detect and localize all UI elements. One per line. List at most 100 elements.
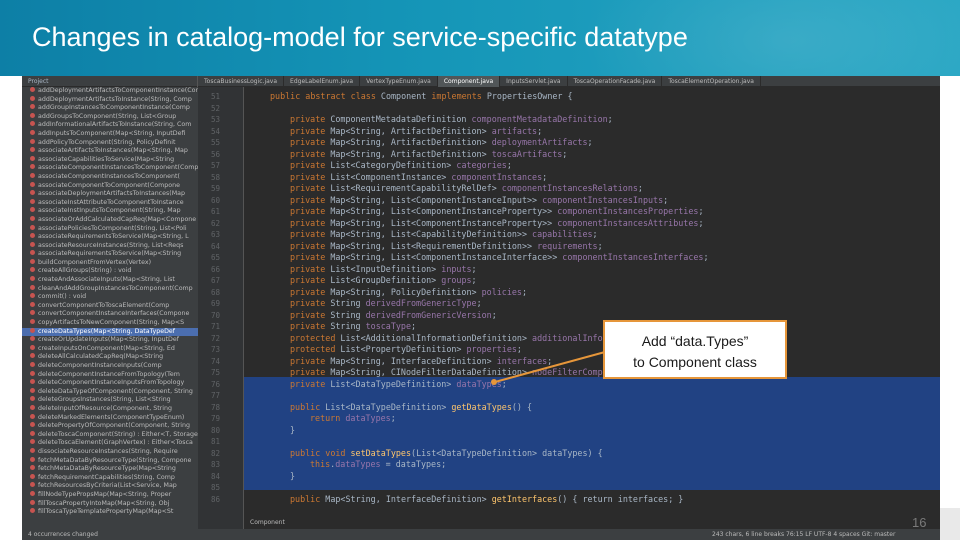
line-number: 77 (210, 391, 220, 400)
project-tree-item[interactable]: createAndAssociateInputs(Map<String, Lis… (22, 276, 198, 285)
project-tree-item[interactable]: associateRequirementsToService(Map<Strin… (22, 250, 198, 259)
project-tree-item-label: deleteAllCalculatedCapReq(Map<String (38, 353, 164, 361)
project-tree-item[interactable]: fetchResourcesByCriteria(List<Service, M… (22, 482, 198, 491)
project-tree-item-label: fillNodeTypePropsMap(Map<String, Proper (38, 490, 172, 498)
editor-tab[interactable]: Component.java (437, 76, 501, 87)
code-token: () { (511, 401, 533, 412)
code-token: List<AdditionalInformationDefinition> (335, 332, 533, 343)
project-tree-item[interactable]: addDeploymentArtifactsToComponentInstanc… (22, 87, 198, 96)
line-number: 59 (210, 184, 220, 193)
project-tree-item[interactable]: createInputsOnComponent(Map<String, Ed (22, 344, 198, 354)
code-token: List<RequirementCapabilityRelDef> (325, 183, 502, 193)
code-token: public void (290, 447, 346, 458)
project-tree-item[interactable]: deleteToscaElement(GraphVertex) : Either… (22, 439, 198, 448)
line-number: 75 (210, 368, 220, 377)
project-tree-item[interactable]: associateArtifactsToInstances(Map<String… (22, 147, 198, 156)
project-tree-item[interactable]: deleteAllCalculatedCapReq(Map<String (22, 353, 198, 362)
code-token: ; (476, 298, 482, 308)
line-number: 79 (210, 414, 220, 423)
project-tree-item[interactable]: cleanAndAddGroupInstancesToComponent(Com… (22, 284, 198, 294)
code-token: componentInstancesProperties (557, 206, 699, 216)
editor-tab[interactable]: ToscaBusinessLogic.java (198, 76, 285, 87)
editor-tab[interactable]: EdgeLabelEnum.java (284, 76, 361, 87)
code-line: private String toscaType; (290, 321, 416, 331)
project-tree-item[interactable]: deleteComponentInstanceInputs(Comp (22, 362, 198, 371)
project-tree-item[interactable]: associateComponentToComponent(Compone (22, 181, 198, 191)
project-tool-tab[interactable]: Project (22, 76, 198, 87)
project-tree-item[interactable]: addPolicyToComponent(String, PolicyDefin… (22, 138, 198, 148)
project-tree-item[interactable]: fillToscaPropertyIntoMap(Map<String, Obj (22, 499, 198, 509)
code-token: Map<String, ArtifactDefinition> (325, 137, 492, 147)
method-icon (30, 465, 35, 471)
project-tree-item[interactable]: fetchMetaDataByResourceType(String, Comp… (22, 456, 198, 466)
editor-tab[interactable]: InputsServlet.java (500, 76, 568, 87)
project-tree-item[interactable]: associateComponentInstancesToComponent(C… (22, 164, 198, 173)
project-tree-item[interactable]: associateRequirementsToService(Map<Strin… (22, 233, 198, 242)
project-tree-item[interactable]: associateResourceInstances(String, List<… (22, 241, 198, 251)
project-tree-item[interactable]: dissociateResourceInstances(String, Requ… (22, 447, 198, 457)
project-tree-item[interactable]: deleteComponentInstanceFromTopology(Tem (22, 370, 198, 380)
project-tree-item-label: associateRequirementsToService(Map<Strin… (38, 233, 189, 241)
code-token: private (290, 229, 326, 239)
project-tree-item[interactable]: addInformationalArtifactsToInstance(Stri… (22, 121, 198, 130)
editor-tab[interactable]: VertexTypeEnum.java (360, 76, 438, 87)
code-editor[interactable]: public abstract class Component implemen… (244, 87, 940, 529)
project-tree-item[interactable]: associateComponentInstancesToComponent( (22, 172, 198, 182)
project-tree-item[interactable]: deleteMarkedElements(ComponentTypeEnum) (22, 413, 198, 423)
code-token: derivedFromGenericVersion (365, 309, 492, 320)
project-tree-item[interactable]: addGroupInstancesToComponentInstance(Com… (22, 104, 198, 113)
project-tree-item[interactable]: convertComponentInstanceInterfaces(Compo… (22, 310, 198, 319)
project-tree-item[interactable]: deleteInputOfResource(Component, String (22, 404, 198, 414)
project-tree-item-label: deleteToscaComponent(String) : Either<T,… (38, 430, 198, 438)
code-token: dataTypes (456, 378, 502, 389)
code-token: ; (637, 183, 643, 193)
code-line: private Map<String, List<ComponentInstan… (290, 252, 709, 262)
project-tree-item[interactable]: convertComponentToToscaElement(Comp (22, 301, 198, 311)
project-tree-item-label: deleteComponentInstanceInputs(Comp (38, 362, 162, 369)
line-number-gutter: 51 52 53 54 55 56 57 58 59 60 61 62 63 64 65 66 67 68 69 70… (198, 87, 244, 529)
project-tree-item[interactable]: addDeploymentArtifactsToInstance(String,… (22, 95, 198, 105)
project-tree-item[interactable]: createOrUpdateInputs(Map<String, InputDe… (22, 336, 198, 345)
project-tree-item[interactable]: associatePoliciesToComponent(String, Lis… (22, 224, 198, 234)
project-tree-item[interactable]: fillToscaTypeTemplatePropertyMap(Map<St (22, 508, 198, 517)
annotation-callout: Add “data.Types” to Component class (603, 320, 787, 379)
project-tree-item[interactable]: fetchRequirementCapabilities(String, Com… (22, 473, 198, 483)
project-tree-item[interactable]: deleteDataTypeOfComponent(Component, Str… (22, 387, 198, 397)
project-tree-item[interactable]: deleteGroupsInstances(String, List<Strin… (22, 396, 198, 405)
project-tree-item[interactable]: fillNodeTypePropsMap(Map<String, Proper (22, 490, 198, 500)
code-line: private String derivedFromGenericType; (290, 298, 482, 308)
method-icon (30, 155, 35, 161)
project-tree-item[interactable]: associateInstAttributeToComponentToInsta… (22, 198, 198, 208)
project-tree-item[interactable]: associateOrAddCalculatedCapReq(Map<Compo… (22, 215, 198, 225)
project-tree-item[interactable]: createDataTypes(Map<String, DataTypeDef (22, 327, 198, 337)
project-tree-item[interactable]: commit() : void (22, 293, 198, 302)
code-line: protected List<AdditionalInformationDefi… (290, 333, 643, 343)
project-tree-item[interactable]: buildComponentFromVertex(Vertex) (22, 258, 198, 268)
project-tree-item-label: associateResourceInstances(String, List<… (38, 241, 184, 249)
project-tree-item[interactable]: createAllGroups(String) : void (22, 267, 198, 276)
code-line: } (290, 471, 295, 481)
project-tree-item[interactable]: copyArtifactsToNewComponent(String, Map<… (22, 319, 198, 328)
project-tree-item[interactable]: deletePropertyOfComponent(Component, Str… (22, 422, 198, 431)
project-tree-item[interactable]: associateCapabilitiesToService(Map<Strin… (22, 155, 198, 165)
method-icon (30, 224, 35, 230)
editor-breadcrumb[interactable]: Component (250, 519, 285, 526)
code-token: Map<String, InterfaceDefinition> (325, 355, 497, 366)
project-tree-item[interactable]: fetchMetaDataByResourceType(Map<String (22, 465, 198, 474)
line-number: 63 (210, 230, 220, 239)
project-tree-item[interactable]: deleteToscaComponent(String) : Either<T,… (22, 430, 198, 440)
editor-tab[interactable]: ToscaOperationFacade.java (568, 76, 663, 87)
project-tree-item[interactable]: deleteComponentInstanceInputsFromTopolog… (22, 379, 198, 388)
editor-tab[interactable]: ToscaElementOperation.java (662, 76, 761, 87)
project-tree-item[interactable]: addInputsToComponent(Map<String, InputDe… (22, 129, 198, 139)
code-line: private String derivedFromGenericVersion… (290, 310, 497, 320)
project-tree-item[interactable]: addGroupsToComponent(String, List<Group (22, 112, 198, 122)
project-tree-item-label: commit() : void (38, 293, 87, 301)
project-tree-item-label: buildComponentFromVertex(Vertex) (38, 258, 152, 266)
method-icon (30, 482, 35, 488)
code-token: componentInstancesInterfaces (562, 252, 704, 262)
project-tree-item[interactable]: associateInstInputsToComponent(String, M… (22, 207, 198, 216)
line-number: 51 (210, 92, 220, 101)
line-number: 85 (210, 483, 220, 492)
project-tree-item[interactable]: associateDeploymentArtifactsToInstances(… (22, 190, 198, 199)
